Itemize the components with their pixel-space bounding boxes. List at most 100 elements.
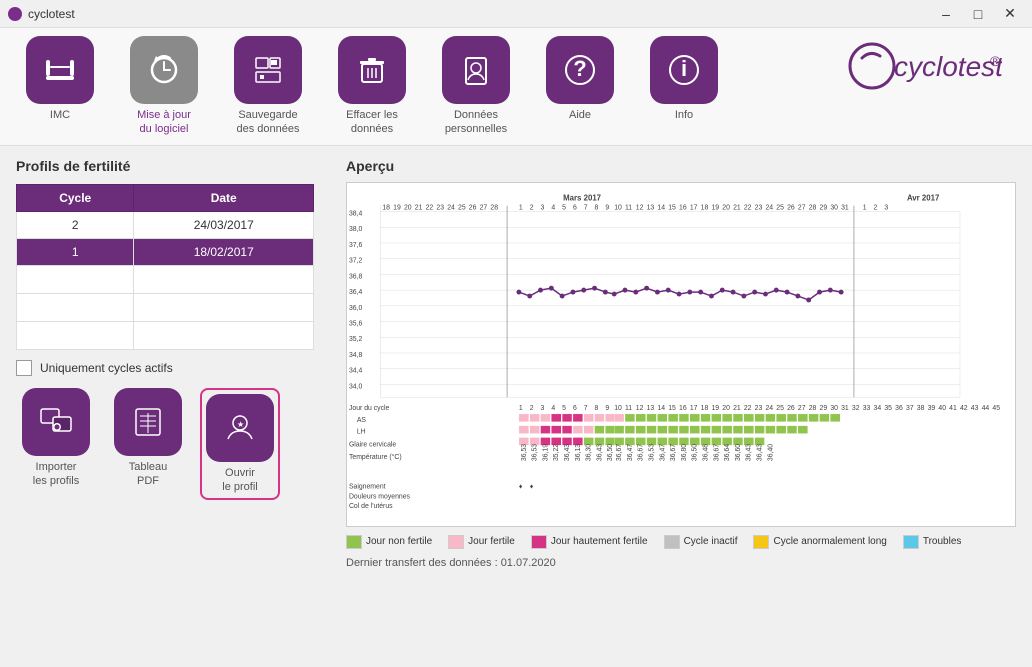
svg-text:4: 4	[551, 204, 555, 211]
ouvrir-button[interactable]: ★ Ouvrirle profil	[200, 388, 280, 501]
svg-text:10: 10	[614, 204, 622, 211]
legend-inactif: Cycle inactif	[664, 535, 738, 549]
table-row[interactable]	[17, 321, 314, 349]
svg-text:LH: LH	[357, 428, 366, 435]
table-row[interactable]: 1 18/02/2017	[17, 238, 314, 265]
legend-hautement-fertile: Jour hautement fertile	[531, 535, 648, 549]
svg-text:18: 18	[701, 204, 709, 211]
sauvegarde-label: Sauvegardedes données	[237, 108, 300, 137]
svg-text:2: 2	[530, 204, 534, 211]
svg-text:14: 14	[657, 405, 665, 412]
svg-text:36,67: 36,67	[713, 443, 720, 460]
cycle-val: 2	[17, 211, 134, 238]
svg-text:9: 9	[605, 204, 609, 211]
svg-text:i: i	[681, 56, 687, 81]
legend-label-troubles: Troubles	[923, 536, 962, 547]
aide-icon: ?	[546, 36, 614, 104]
svg-text:®: ®	[990, 53, 1001, 69]
svg-text:23: 23	[436, 204, 444, 211]
legend-color-hautement	[531, 535, 547, 549]
svg-text:36,60: 36,60	[735, 443, 742, 460]
cycle-val-empty	[17, 293, 134, 321]
svg-text:6: 6	[573, 405, 577, 412]
active-cycles-label: Uniquement cycles actifs	[40, 361, 173, 375]
svg-text:36,43: 36,43	[596, 443, 603, 460]
svg-text:22: 22	[426, 204, 434, 211]
svg-text:Douleurs moyennes: Douleurs moyennes	[349, 493, 411, 500]
toolbar-item-donnees[interactable]: Donnéespersonnelles	[436, 36, 516, 137]
table-row[interactable]: 2 24/03/2017	[17, 211, 314, 238]
legend-label-hautement: Jour hautement fertile	[551, 536, 648, 547]
svg-text:★: ★	[237, 420, 244, 429]
legend-row: Jour non fertile Jour fertile Jour haute…	[346, 535, 1016, 549]
toolbar-item-sauvegarde[interactable]: Sauvegardedes données	[228, 36, 308, 137]
legend-color-non-fertile	[346, 535, 362, 549]
toolbar-item-effacer[interactable]: Effacer lesdonnées	[332, 36, 412, 137]
svg-text:5: 5	[562, 405, 566, 412]
svg-text:43: 43	[971, 405, 979, 412]
maximize-button[interactable]: □	[964, 0, 992, 28]
svg-text:36,80: 36,80	[681, 443, 688, 460]
donnees-icon	[442, 36, 510, 104]
svg-text:♦: ♦	[530, 483, 534, 490]
toolbar-item-aide[interactable]: ? Aide	[540, 36, 620, 122]
svg-text:29: 29	[820, 204, 828, 211]
svg-text:27: 27	[798, 204, 806, 211]
right-panel: Aperçu 38,4 38,0 37,6 37,2 36,8 36,4 36,…	[330, 146, 1032, 667]
svg-text:30: 30	[830, 405, 838, 412]
svg-text:36,48: 36,48	[703, 443, 710, 460]
fertility-chart: 38,4 38,0 37,6 37,2 36,8 36,4 36,0 35,6 …	[347, 183, 1015, 523]
main-content: Profils de fertilité Cycle Date 2 24/03/…	[0, 146, 1032, 667]
svg-text:36,47: 36,47	[659, 443, 666, 460]
left-panel: Profils de fertilité Cycle Date 2 24/03/…	[0, 146, 330, 667]
svg-text:1: 1	[519, 204, 523, 211]
svg-text:Avr 2017: Avr 2017	[907, 193, 940, 202]
toolbar-item-imc[interactable]: IMC	[20, 36, 100, 122]
svg-text:36,53: 36,53	[521, 443, 528, 460]
svg-text:31: 31	[841, 204, 849, 211]
svg-text:37,2: 37,2	[349, 257, 363, 264]
col-date: Date	[134, 184, 314, 211]
svg-text:45: 45	[992, 405, 1000, 412]
legend-label-non-fertile: Jour non fertile	[366, 536, 432, 547]
svg-text:28: 28	[809, 204, 817, 211]
legend-fertile: Jour fertile	[448, 535, 515, 549]
svg-text:18: 18	[701, 405, 709, 412]
svg-text:4: 4	[551, 405, 555, 412]
toolbar-item-miseajour[interactable]: Mise à jourdu logiciel	[124, 36, 204, 137]
svg-text:39: 39	[928, 405, 936, 412]
svg-text:21: 21	[733, 405, 741, 412]
svg-text:2: 2	[530, 405, 534, 412]
svg-text:12: 12	[636, 204, 644, 211]
importer-button[interactable]: Importerles profils	[16, 388, 96, 501]
svg-text:35,2: 35,2	[349, 336, 363, 343]
date-val-empty	[134, 265, 314, 293]
window-title: cyclotest	[28, 7, 75, 21]
imc-icon	[26, 36, 94, 104]
svg-text:AS: AS	[357, 416, 367, 423]
checkbox-row: Uniquement cycles actifs	[16, 360, 314, 376]
svg-text:10: 10	[614, 405, 622, 412]
svg-text:20: 20	[404, 204, 412, 211]
tableau-button[interactable]: TableauPDF	[108, 388, 188, 501]
svg-text:28: 28	[809, 405, 817, 412]
effacer-label: Effacer lesdonnées	[346, 108, 398, 137]
svg-text:29: 29	[820, 405, 828, 412]
svg-text:8: 8	[595, 204, 599, 211]
svg-text:36,53: 36,53	[648, 443, 655, 460]
table-row[interactable]	[17, 265, 314, 293]
minimize-button[interactable]: –	[932, 0, 960, 28]
close-button[interactable]: ✕	[996, 0, 1024, 28]
svg-text:Mars 2017: Mars 2017	[563, 193, 602, 202]
svg-text:Col de l'utérus: Col de l'utérus	[349, 503, 393, 510]
svg-text:3: 3	[541, 405, 545, 412]
active-cycles-checkbox[interactable]	[16, 360, 32, 376]
svg-text:36,43: 36,43	[746, 443, 753, 460]
toolbar-item-info[interactable]: i Info	[644, 36, 724, 122]
svg-text:34: 34	[874, 405, 882, 412]
svg-text:36,19: 36,19	[542, 443, 549, 460]
svg-text:21: 21	[415, 204, 423, 211]
svg-text:33: 33	[863, 405, 871, 412]
table-row[interactable]	[17, 293, 314, 321]
svg-text:7: 7	[584, 405, 588, 412]
